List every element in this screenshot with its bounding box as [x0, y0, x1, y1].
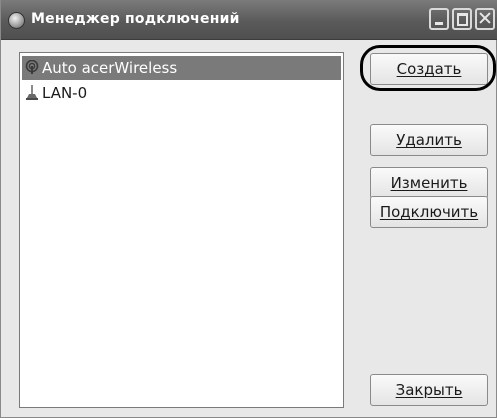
delete-button[interactable]: Удалить: [370, 124, 488, 156]
minimize-icon[interactable]: [429, 8, 449, 30]
lan-icon: [26, 85, 38, 100]
window-title: Менеджер подключений: [31, 11, 240, 27]
app-icon: [8, 12, 25, 29]
connect-button[interactable]: Подключить: [370, 196, 488, 228]
connection-item-auto-acerwireless[interactable]: Auto acerWireless: [22, 56, 341, 80]
create-button[interactable]: Создать: [370, 53, 488, 85]
close-button[interactable]: Закрыть: [370, 374, 488, 406]
connection-item-lan-0[interactable]: LAN-0: [22, 81, 341, 105]
connection-label: LAN-0: [42, 84, 88, 102]
connection-list[interactable]: Auto acerWireless LAN-0: [19, 52, 344, 408]
title-bar[interactable]: Менеджер подключений: [1, 0, 497, 40]
maximize-icon[interactable]: [452, 8, 472, 30]
connection-label: Auto acerWireless: [42, 59, 178, 77]
close-icon[interactable]: [475, 8, 495, 30]
wireless-icon: [25, 60, 39, 74]
edit-button[interactable]: Изменить: [370, 167, 488, 199]
connection-manager-window: Менеджер подключений Auto acerWireless L…: [0, 0, 497, 418]
